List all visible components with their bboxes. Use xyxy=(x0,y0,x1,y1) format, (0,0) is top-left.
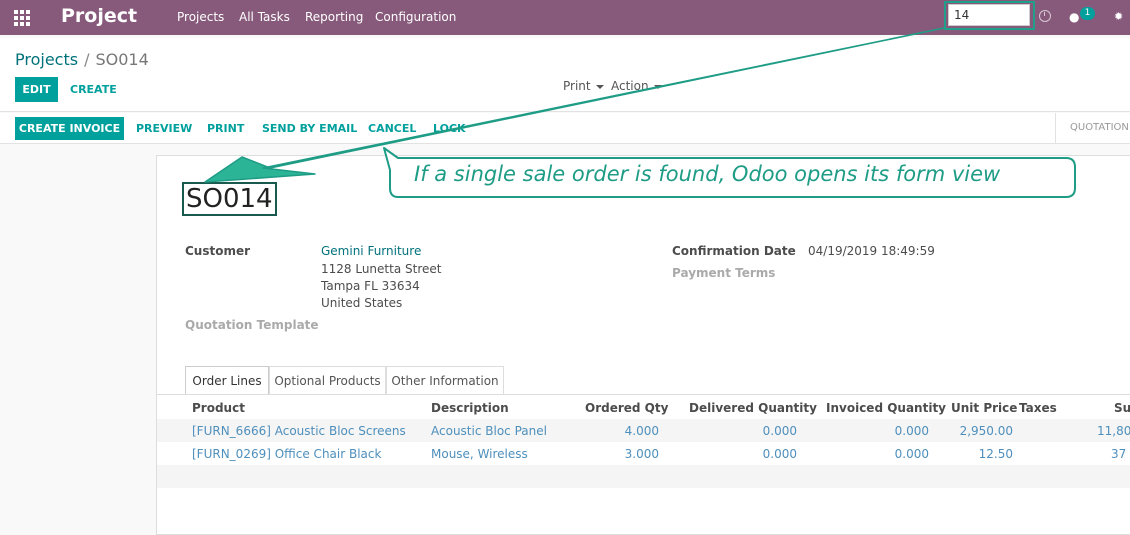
callout-annotation xyxy=(204,27,1076,198)
callout-text: If a single sale order is found, Odoo op… xyxy=(414,162,1001,186)
